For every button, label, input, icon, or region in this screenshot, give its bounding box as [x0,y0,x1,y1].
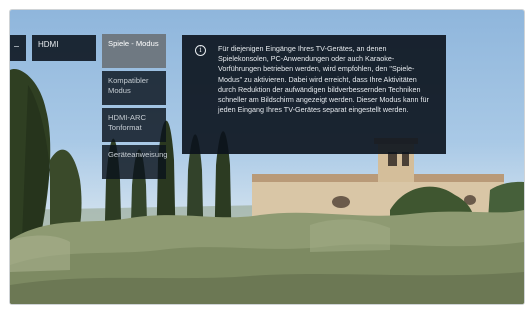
menu-collapsed-parent[interactable] [10,35,26,61]
menu-item-kompatibler-modus[interactable]: Kompatibler Modus [102,71,166,105]
submenu-list: Spiele - Modus Kompatibler Modus HDMI-AR… [102,34,168,179]
info-panel: i Für diejenigen Eingänge Ihres TV-Gerät… [182,35,446,154]
menu-item-spiele-modus[interactable]: Spiele - Modus [102,34,166,68]
info-icon: i [195,45,206,56]
menu-stub-marker [14,46,19,47]
info-text: Für diejenigen Eingänge Ihres TV-Gerätes… [218,44,429,115]
menu-item-hdmi[interactable]: HDMI [32,35,96,61]
menu-item-hdmi-arc-tonformat[interactable]: HDMI-ARC Tonformat [102,108,166,142]
menu-item-geraeteanweisung[interactable]: Geräteanweisung [102,145,168,179]
tv-screen: HDMI Spiele - Modus Kompatibler Modus HD… [9,9,525,305]
